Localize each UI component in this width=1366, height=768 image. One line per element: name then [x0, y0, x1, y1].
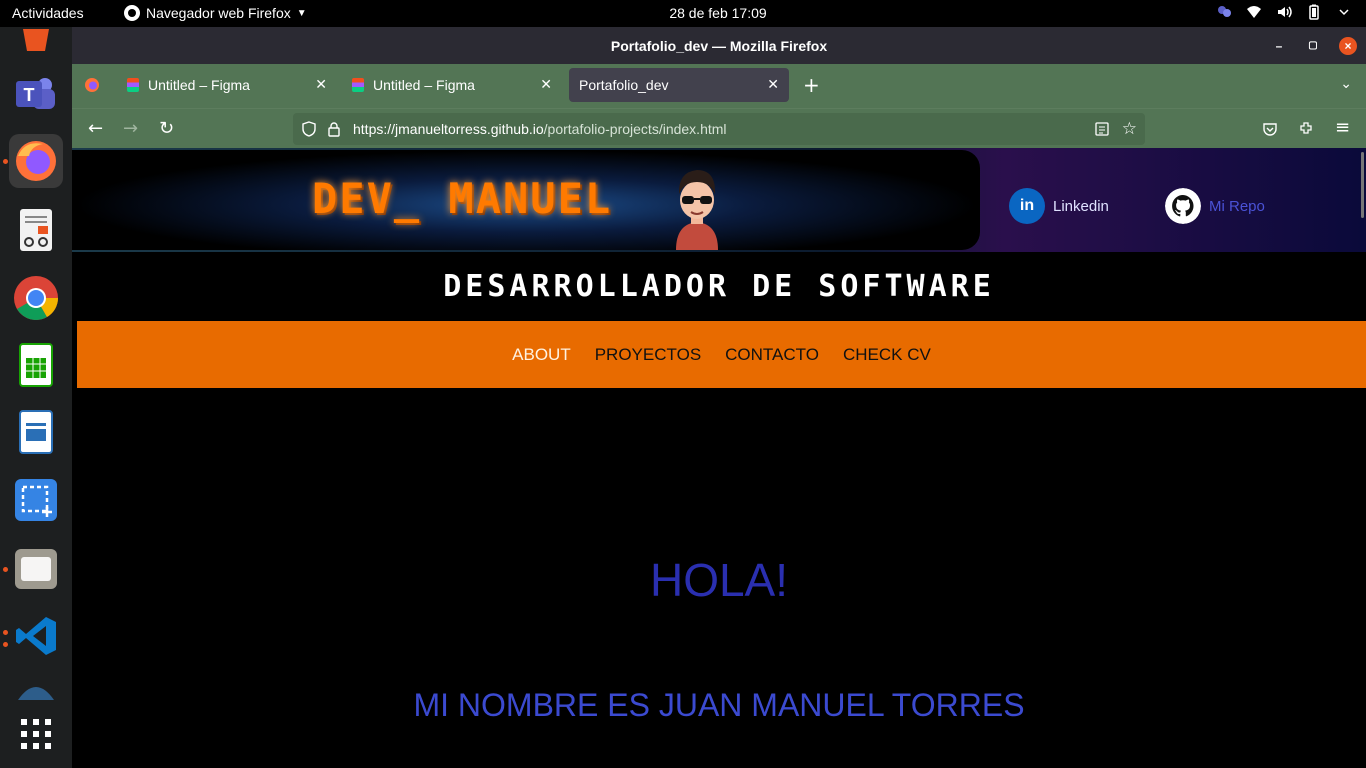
github-icon: [1165, 188, 1201, 224]
clock[interactable]: 28 de feb 17:09: [0, 5, 1366, 21]
app-grid-icon: [21, 719, 51, 749]
document-viewer-icon: [20, 209, 52, 251]
main-nav: ABOUT PROYECTOS CONTACTO CHECK CV: [77, 321, 1366, 388]
shield-icon[interactable]: [302, 121, 316, 137]
hamburger-menu-icon[interactable]: ≡: [1335, 117, 1350, 138]
system-top-bar: Actividades Navegador web Firefox ▼ 28 d…: [0, 0, 1366, 27]
dock-item-ubuntu-software[interactable]: [9, 15, 63, 69]
tab-label: Portafolio_dev: [579, 77, 669, 93]
close-window-button[interactable]: ×: [1339, 37, 1357, 55]
tab-figma-1[interactable]: Untitled – Figma ✕: [117, 68, 337, 102]
header-banner: DEV_ MANUEL in Linkedin Mi Repo: [72, 148, 1366, 252]
dock-item-partial[interactable]: [9, 677, 63, 703]
repo-link[interactable]: Mi Repo: [1165, 188, 1265, 224]
url-bar[interactable]: https://jmanueltorress.github.io/portafo…: [293, 113, 1145, 145]
lock-icon[interactable]: [328, 121, 340, 137]
site-logo[interactable]: DEV_ MANUEL: [312, 174, 612, 223]
firefox-window: Portafolio_dev — Mozilla Firefox – ▢ × U…: [72, 27, 1366, 768]
dock: T: [0, 27, 72, 768]
running-indicator: [3, 630, 8, 635]
avatar-image: [676, 170, 718, 250]
running-indicator: [3, 159, 8, 164]
close-tab-icon[interactable]: ✕: [315, 76, 327, 93]
nav-check-cv[interactable]: CHECK CV: [843, 345, 931, 365]
dock-item-firefox[interactable]: [9, 134, 63, 188]
teams-icon: T: [16, 78, 55, 109]
close-tab-icon[interactable]: ✕: [540, 76, 552, 93]
nav-about[interactable]: ABOUT: [512, 345, 571, 365]
tab-figma-2[interactable]: Untitled – Figma ✕: [342, 68, 562, 102]
dock-item-calc[interactable]: [9, 338, 63, 392]
web-page: DEV_ MANUEL in Linkedin Mi Repo DESARROL…: [72, 148, 1366, 768]
repo-label: Mi Repo: [1209, 197, 1265, 215]
show-applications-button[interactable]: [9, 707, 63, 761]
dock-item-writer[interactable]: [9, 405, 63, 459]
linkedin-label: Linkedin: [1053, 197, 1109, 215]
screenshot-icon: [15, 479, 57, 521]
svg-text:T: T: [24, 85, 35, 105]
wifi-icon[interactable]: [1246, 4, 1262, 20]
figma-icon: [127, 78, 139, 92]
teams-tray-icon[interactable]: [1216, 4, 1232, 20]
dock-item-screenshot[interactable]: [9, 473, 63, 527]
maximize-button[interactable]: ▢: [1304, 37, 1322, 55]
firefox-icon: [16, 141, 56, 181]
tab-label: Untitled – Figma: [373, 77, 475, 93]
url-host: https://jmanueltorress.github.io: [353, 121, 544, 137]
files-icon: [15, 549, 57, 589]
window-titlebar[interactable]: Portafolio_dev — Mozilla Firefox – ▢ ×: [72, 27, 1366, 64]
scrollbar-thumb[interactable]: [1361, 152, 1364, 218]
running-indicator: [3, 642, 8, 647]
dock-item-reader[interactable]: [9, 203, 63, 257]
battery-icon[interactable]: [1306, 4, 1322, 20]
nav-proyectos[interactable]: PROYECTOS: [595, 345, 701, 365]
vscode-icon: [16, 617, 56, 655]
greeting-heading: HOLA!: [649, 554, 789, 606]
writer-icon: [19, 410, 53, 454]
dock-item-files[interactable]: [9, 541, 63, 595]
extensions-icon[interactable]: [1298, 120, 1314, 136]
dock-item-chrome[interactable]: [9, 271, 63, 325]
nav-contacto[interactable]: CONTACTO: [725, 345, 819, 365]
url-path: /portafolio-projects/index.html: [543, 121, 727, 137]
volume-icon[interactable]: [1276, 4, 1292, 20]
bookmark-star-icon[interactable]: ☆: [1122, 119, 1137, 139]
firefox-view-icon[interactable]: [84, 77, 100, 93]
dock-item-vscode[interactable]: [9, 609, 63, 663]
close-tab-icon[interactable]: ✕: [767, 76, 779, 93]
logo-banner: DEV_ MANUEL: [72, 150, 980, 250]
app-icon: [18, 687, 54, 700]
reload-button[interactable]: ↻: [159, 118, 174, 139]
forward-button[interactable]: →: [123, 118, 138, 139]
navigation-toolbar: ← → ↻ https://jmanueltorress.github.io/p…: [72, 108, 1366, 148]
url-text[interactable]: https://jmanueltorress.github.io/portafo…: [353, 121, 727, 137]
linkedin-icon: in: [1009, 188, 1045, 224]
power-menu-icon[interactable]: [1336, 4, 1352, 20]
reader-view-icon[interactable]: [1095, 122, 1109, 136]
linkedin-link[interactable]: in Linkedin: [1009, 188, 1109, 224]
list-all-tabs-icon[interactable]: ⌄: [1340, 76, 1352, 92]
spreadsheet-icon: [19, 343, 53, 387]
tab-label: Untitled – Figma: [148, 77, 250, 93]
tab-bar: Untitled – Figma ✕ Untitled – Figma ✕ Po…: [72, 64, 1366, 108]
running-indicator: [3, 567, 8, 572]
tab-portafolio[interactable]: Portafolio_dev ✕: [569, 68, 789, 102]
dock-item-teams[interactable]: T: [9, 67, 63, 121]
chrome-icon: [14, 276, 58, 320]
software-icon: [23, 29, 49, 51]
system-tray[interactable]: [1216, 4, 1352, 20]
window-title: Portafolio_dev — Mozilla Firefox: [610, 38, 828, 54]
figma-icon: [352, 78, 364, 92]
name-heading: MI NOMBRE ES JUAN MANUEL TORRES: [413, 687, 1025, 723]
page-subtitle: DESARROLLADOR DE SOFTWARE: [72, 252, 1366, 321]
new-tab-button[interactable]: +: [803, 73, 820, 97]
pocket-icon[interactable]: [1262, 121, 1278, 137]
minimize-button[interactable]: –: [1270, 37, 1288, 55]
back-button[interactable]: ←: [88, 118, 103, 139]
